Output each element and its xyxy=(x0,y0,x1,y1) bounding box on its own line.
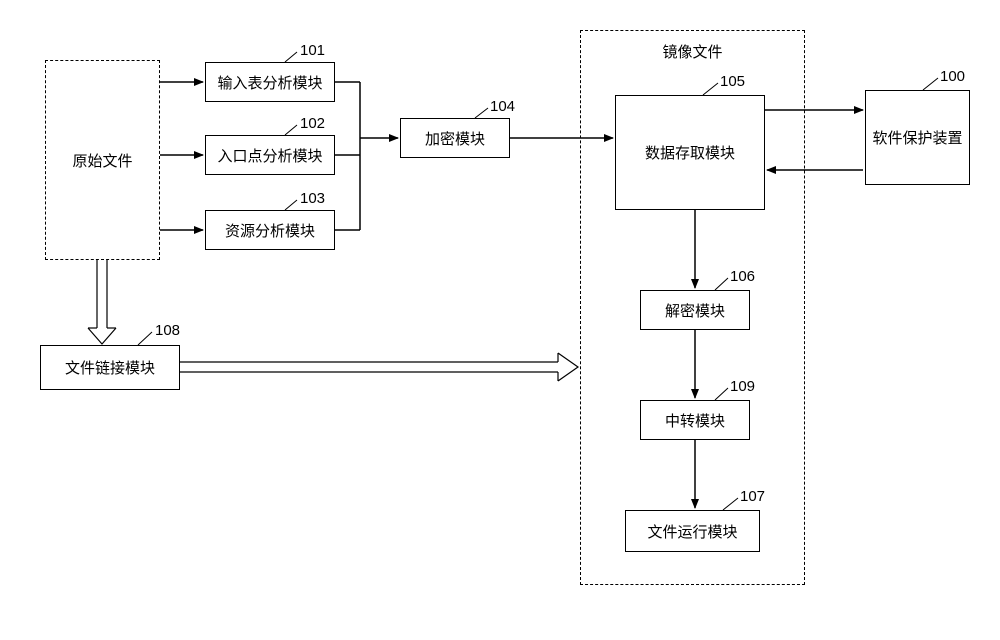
input-table-module-box: 输入表分析模块 xyxy=(205,62,335,102)
id-100: 100 xyxy=(940,68,965,85)
id-108: 108 xyxy=(155,322,180,339)
relay-module-box: 中转模块 xyxy=(640,400,750,440)
resource-module-box: 资源分析模块 xyxy=(205,210,335,250)
resource-module-label: 资源分析模块 xyxy=(225,220,315,241)
encrypt-module-label: 加密模块 xyxy=(425,128,485,149)
id-102: 102 xyxy=(300,115,325,132)
id-109: 109 xyxy=(730,378,755,395)
file-link-module-label: 文件链接模块 xyxy=(65,357,155,378)
id-104: 104 xyxy=(490,98,515,115)
id-103: 103 xyxy=(300,190,325,207)
entry-point-module-box: 入口点分析模块 xyxy=(205,135,335,175)
id-106: 106 xyxy=(730,268,755,285)
id-105: 105 xyxy=(720,73,745,90)
data-access-module-box: 数据存取模块 xyxy=(615,95,765,210)
file-run-module-box: 文件运行模块 xyxy=(625,510,760,552)
file-run-module-label: 文件运行模块 xyxy=(647,521,737,542)
decrypt-module-label: 解密模块 xyxy=(665,300,725,321)
data-access-module-label: 数据存取模块 xyxy=(645,142,735,163)
entry-point-module-label: 入口点分析模块 xyxy=(217,145,322,166)
encrypt-module-box: 加密模块 xyxy=(400,118,510,158)
original-file-box: 原始文件 xyxy=(45,60,160,260)
id-101: 101 xyxy=(300,42,325,59)
mirror-file-title: 镜像文件 xyxy=(662,41,722,62)
id-107: 107 xyxy=(740,488,765,505)
software-protect-label: 软件保护装置 xyxy=(872,127,962,148)
file-link-module-box: 文件链接模块 xyxy=(40,345,180,390)
input-table-module-label: 输入表分析模块 xyxy=(217,72,322,93)
diagram-canvas: 原始文件 输入表分析模块 101 入口点分析模块 102 资源分析模块 103 … xyxy=(0,0,1000,640)
original-file-label: 原始文件 xyxy=(72,150,132,171)
decrypt-module-box: 解密模块 xyxy=(640,290,750,330)
software-protect-box: 软件保护装置 xyxy=(865,90,970,185)
relay-module-label: 中转模块 xyxy=(665,410,725,431)
